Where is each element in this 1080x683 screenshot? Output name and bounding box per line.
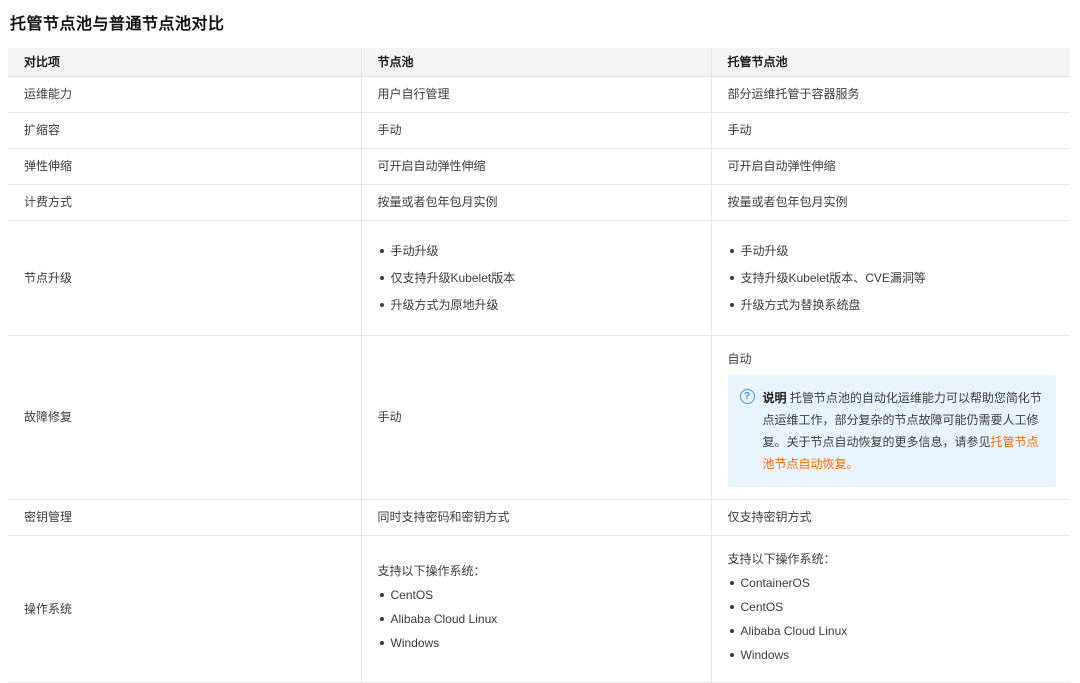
bullet-list: 手动升级 仅支持升级Kubelet版本 升级方式为原地升级 — [378, 242, 697, 314]
bullet-item: 手动升级 — [378, 242, 697, 260]
row-label: 操作系统 — [8, 535, 361, 682]
bullet-item: CentOS — [378, 586, 697, 604]
bullet-item: Windows — [728, 646, 1057, 664]
row-label: 弹性伸缩 — [8, 148, 361, 184]
auto-recovery-doc-link-period: 。 — [847, 457, 859, 471]
row-label: 扩缩容 — [8, 112, 361, 148]
page-title: 托管节点池与普通节点池对比 — [10, 10, 1070, 34]
cell-node-pool: 手动 — [361, 112, 711, 148]
column-header-compare-item: 对比项 — [8, 48, 361, 76]
table-row-operating-system: 操作系统 支持以下操作系统： CentOS Alibaba Cloud Linu… — [8, 535, 1070, 682]
table-header-row: 对比项 节点池 托管节点池 — [8, 48, 1070, 76]
os-list-intro: 支持以下操作系统： — [728, 550, 1057, 568]
column-header-managed-node-pool: 托管节点池 — [711, 48, 1070, 76]
cell-managed-node-pool: 可开启自动弹性伸缩 — [711, 148, 1070, 184]
bullet-item: 支持升级Kubelet版本、CVE漏洞等 — [728, 269, 1057, 287]
table-row-scaling: 扩缩容 手动 手动 — [8, 112, 1070, 148]
cell-managed-node-pool: 部分运维托管于容器服务 — [711, 76, 1070, 112]
cell-managed-node-pool: 按量或者包年包月实例 — [711, 184, 1070, 220]
bullet-item: Alibaba Cloud Linux — [728, 622, 1057, 640]
column-header-node-pool: 节点池 — [361, 48, 711, 76]
bullet-item: 升级方式为替换系统盘 — [728, 296, 1057, 314]
bullet-item: 升级方式为原地升级 — [378, 296, 697, 314]
note-text: 说明 托管节点池的自动化运维能力可以帮助您简化节点运维工作，部分复杂的节点故障可… — [763, 387, 1043, 475]
os-list-intro: 支持以下操作系统： — [378, 562, 697, 580]
table-row-auto-scaling: 弹性伸缩 可开启自动弹性伸缩 可开启自动弹性伸缩 — [8, 148, 1070, 184]
cell-managed-node-pool: 手动 — [711, 112, 1070, 148]
bullet-item: 手动升级 — [728, 242, 1057, 260]
cell-node-pool: 按量或者包年包月实例 — [361, 184, 711, 220]
bullet-item: Windows — [378, 634, 697, 652]
bullet-item: 仅支持升级Kubelet版本 — [378, 269, 697, 287]
cell-node-pool: 手动 — [361, 335, 711, 499]
cell-node-pool: 可开启自动弹性伸缩 — [361, 148, 711, 184]
table-row-node-upgrade: 节点升级 手动升级 仅支持升级Kubelet版本 升级方式为原地升级 手动升级 … — [8, 220, 1070, 335]
row-label: 计费方式 — [8, 184, 361, 220]
cell-managed-node-pool: 支持以下操作系统： ContainerOS CentOS Alibaba Clo… — [711, 535, 1070, 682]
cell-node-pool: 同时支持密码和密钥方式 — [361, 499, 711, 535]
cell-node-pool: 用户自行管理 — [361, 76, 711, 112]
table-row-billing: 计费方式 按量或者包年包月实例 按量或者包年包月实例 — [8, 184, 1070, 220]
bullet-item: CentOS — [728, 598, 1057, 616]
node-pool-comparison-table: 对比项 节点池 托管节点池 运维能力 用户自行管理 部分运维托管于容器服务 扩缩… — [8, 48, 1070, 683]
note-title: 说明 — [763, 391, 787, 405]
cell-node-pool: 手动升级 仅支持升级Kubelet版本 升级方式为原地升级 — [361, 220, 711, 335]
cell-node-pool: 支持以下操作系统： CentOS Alibaba Cloud Linux Win… — [361, 535, 711, 682]
cell-managed-node-pool: 仅支持密钥方式 — [711, 499, 1070, 535]
cell-managed-node-pool: 手动升级 支持升级Kubelet版本、CVE漏洞等 升级方式为替换系统盘 — [711, 220, 1070, 335]
row-label: 运维能力 — [8, 76, 361, 112]
bullet-list: 手动升级 支持升级Kubelet版本、CVE漏洞等 升级方式为替换系统盘 — [728, 242, 1057, 314]
bullet-item: ContainerOS — [728, 574, 1057, 592]
row-label: 节点升级 — [8, 220, 361, 335]
table-row-ops-capability: 运维能力 用户自行管理 部分运维托管于容器服务 — [8, 76, 1070, 112]
doc-page: 托管节点池与普通节点池对比 对比项 节点池 托管节点池 运维能力 用户自行管理 … — [0, 0, 1080, 683]
row-label: 故障修复 — [8, 335, 361, 499]
row-label: 密钥管理 — [8, 499, 361, 535]
table-row-fault-repair: 故障修复 手动 自动 ? 说明 托管节点池的自动化运维能力可以帮助您简化节点运维… — [8, 335, 1070, 499]
table-row-key-management: 密钥管理 同时支持密码和密钥方式 仅支持密钥方式 — [8, 499, 1070, 535]
question-circle-icon: ? — [740, 389, 755, 404]
note-callout: ? 说明 托管节点池的自动化运维能力可以帮助您简化节点运维工作，部分复杂的节点故… — [728, 375, 1057, 487]
managed-fault-repair-value: 自动 — [728, 350, 1057, 368]
cell-managed-node-pool: 自动 ? 说明 托管节点池的自动化运维能力可以帮助您简化节点运维工作，部分复杂的… — [711, 335, 1070, 499]
